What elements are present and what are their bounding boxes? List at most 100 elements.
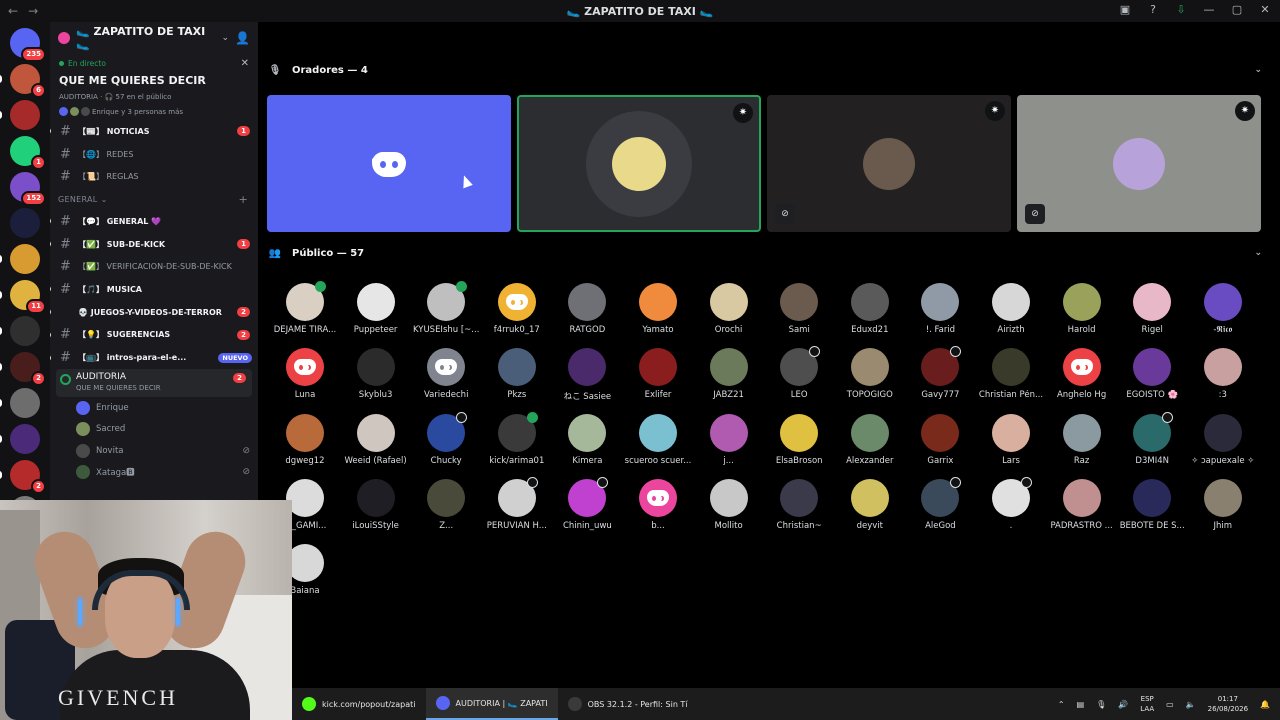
voice-member[interactable]: Sacred bbox=[50, 418, 258, 440]
audience-member[interactable]: Alexzander bbox=[835, 413, 905, 466]
audience-header[interactable]: 👥 Público — 57 ⌄ bbox=[268, 242, 1262, 264]
server-icon[interactable] bbox=[0, 424, 40, 454]
audience-member[interactable]: DEJAME TIRA... bbox=[270, 281, 340, 335]
audience-member[interactable]: Kimera bbox=[552, 413, 622, 466]
audience-member[interactable]: Z... bbox=[411, 478, 481, 531]
audience-member[interactable]: Puppeteer bbox=[341, 283, 411, 335]
audience-member[interactable]: JABZ21 bbox=[694, 348, 764, 400]
help-icon[interactable]: ? bbox=[1146, 3, 1160, 16]
channel-item[interactable]: # 【💡】 SUGERENCIAS 2 bbox=[50, 324, 258, 347]
audience-member[interactable]: ねこ Sasiee bbox=[552, 348, 622, 402]
audience-member[interactable]: deyvit bbox=[835, 478, 905, 531]
muted-mic-icon[interactable]: ⊘ bbox=[775, 204, 795, 224]
taskbar-app[interactable]: kick.com/popout/zapati bbox=[292, 688, 426, 720]
add-channel-icon[interactable]: + bbox=[238, 193, 248, 206]
category-general[interactable]: GENERAL ⌄ + bbox=[50, 188, 258, 210]
audience-member[interactable]: Garrix bbox=[905, 413, 975, 466]
server-icon[interactable]: 235 bbox=[10, 28, 46, 62]
channel-item[interactable]: # 【📺】 intros-para-el-e... NUEVO bbox=[50, 346, 258, 369]
chevron-down-icon[interactable]: ⌄ bbox=[222, 33, 230, 43]
audience-member[interactable]: BEBOTE DE S... bbox=[1117, 478, 1187, 531]
forward-arrow-icon[interactable]: → bbox=[28, 4, 38, 18]
audience-member[interactable]: Eduxd21 bbox=[835, 283, 905, 335]
audience-member[interactable]: Skyblu3 bbox=[341, 348, 411, 400]
audience-member[interactable]: Airizth bbox=[976, 283, 1046, 335]
live-stage-panel[interactable]: En directo ✕ QUE ME QUIERES DECIR AUDITO… bbox=[56, 56, 252, 120]
audience-member[interactable]: Chucky bbox=[411, 411, 481, 466]
speaker-tile[interactable]: ✷ bbox=[517, 95, 761, 232]
audience-member[interactable]: RATGOD bbox=[552, 283, 622, 335]
audience-member[interactable]: f4rruk0_17 bbox=[482, 283, 552, 335]
audience-member[interactable]: . bbox=[976, 476, 1046, 531]
chevron-down-icon[interactable]: ⌄ bbox=[1254, 248, 1262, 258]
audience-member[interactable]: KYUSEIshu [~... bbox=[411, 281, 481, 335]
channel-item[interactable]: # 【💬】 GENERAL 💜 bbox=[50, 210, 258, 233]
download-icon[interactable]: ⇩ bbox=[1174, 3, 1188, 16]
audience-member[interactable]: AleGod bbox=[905, 476, 975, 531]
audience-member[interactable]: Chinin_uwu bbox=[552, 476, 622, 531]
voice-member[interactable]: Xataga🅱 ⊘ bbox=[50, 461, 258, 483]
tray-app-icon[interactable]: ▤ bbox=[1077, 700, 1085, 709]
server-icon[interactable] bbox=[0, 316, 40, 346]
audience-member[interactable]: Harold bbox=[1047, 283, 1117, 335]
audience-member[interactable]: Anghelo Hg bbox=[1047, 348, 1117, 400]
server-icon[interactable] bbox=[10, 208, 40, 238]
channel-item[interactable]: # 【🎵】 MUSICA bbox=[50, 278, 258, 301]
audience-member[interactable]: Mollito bbox=[694, 478, 764, 531]
audience-member[interactable]: Gavy777 bbox=[905, 346, 975, 400]
speaker-tile[interactable]: ✷ ⊘ bbox=[1017, 95, 1261, 232]
server-icon[interactable] bbox=[0, 100, 40, 130]
channel-item[interactable]: # 【📰】 NOTICIAS 1 bbox=[50, 120, 258, 143]
audience-member[interactable]: Orochi bbox=[694, 283, 764, 335]
server-header[interactable]: 🥿 ZAPATITO DE TAXI 🥿 ⌄ 👤 bbox=[50, 22, 258, 54]
audience-member[interactable]: Variedechi bbox=[411, 348, 481, 400]
speaker-tile[interactable] bbox=[267, 95, 511, 232]
audience-member[interactable]: Christian Pén... bbox=[976, 348, 1046, 400]
server-icon[interactable]: 2 bbox=[0, 352, 46, 386]
close-icon[interactable]: ✕ bbox=[1258, 3, 1272, 16]
voice-member[interactable]: Enrique bbox=[50, 397, 258, 419]
channel-item[interactable]: # 【✅】 VERIFICACION-DE-SUB-DE-KICK bbox=[50, 255, 258, 278]
close-icon[interactable]: ✕ bbox=[241, 58, 249, 69]
microphone-icon[interactable]: 🎙 bbox=[1096, 700, 1106, 709]
audience-member[interactable]: Pkzs bbox=[482, 348, 552, 400]
channel-item[interactable]: # 【📜】 REGLAS bbox=[50, 165, 258, 188]
network-icon[interactable]: ▭ bbox=[1166, 700, 1174, 709]
audience-member[interactable]: TOPOGIGO bbox=[835, 348, 905, 400]
audience-member[interactable]: ElsaBroson bbox=[764, 413, 834, 466]
audience-member[interactable]: b... bbox=[623, 478, 693, 531]
audience-member[interactable]: !. Farid bbox=[905, 283, 975, 335]
notification-icon[interactable]: 🔔 bbox=[1260, 700, 1270, 709]
audience-member[interactable]: -𝕽𝖎𝖈𝖔 bbox=[1188, 283, 1258, 335]
audience-member[interactable]: PERUVIAN H... bbox=[482, 476, 552, 531]
add-friend-icon[interactable]: 👤 bbox=[235, 31, 250, 45]
server-icon[interactable]: 6 bbox=[0, 64, 46, 98]
audience-member[interactable]: Sami bbox=[764, 283, 834, 335]
taskbar-app[interactable]: OBS 32.1.2 - Perfil: Sin Tí bbox=[558, 688, 698, 720]
server-icon[interactable] bbox=[0, 244, 40, 274]
maximize-icon[interactable]: ▢ bbox=[1230, 3, 1244, 16]
channel-item[interactable]: # 【✅】 SUB-DE-KICK 1 bbox=[50, 233, 258, 256]
audience-member[interactable]: PADRASTRO ... bbox=[1047, 478, 1117, 531]
channel-item[interactable]: # 【🌐】 REDES bbox=[50, 143, 258, 166]
audience-member[interactable]: scueroo scuer... bbox=[623, 413, 693, 466]
audience-member[interactable]: Lars bbox=[976, 413, 1046, 466]
voice-channel-auditoria[interactable]: AUDITORIA QUE ME QUIERES DECIR 2 bbox=[56, 368, 252, 397]
audience-member[interactable]: LEO bbox=[764, 346, 834, 400]
speakers-header[interactable]: 🎙 Oradores — 4 ⌄ bbox=[268, 59, 1262, 81]
minimize-icon[interactable]: — bbox=[1202, 3, 1216, 16]
audience-member[interactable]: EGOISTO 🌸 bbox=[1117, 348, 1187, 400]
clock[interactable]: 01:17 26/08/2026 bbox=[1208, 694, 1248, 714]
battery-icon[interactable]: 🔈 bbox=[1186, 700, 1196, 709]
voice-member[interactable]: Novita ⊘ bbox=[50, 440, 258, 462]
audience-member[interactable]: Raz bbox=[1047, 413, 1117, 466]
server-icon[interactable]: 1 bbox=[10, 136, 46, 170]
audience-member[interactable]: kick/arima01 bbox=[482, 411, 552, 466]
audience-member[interactable]: Christian~ bbox=[764, 478, 834, 531]
taskbar-app[interactable]: AUDITORIA | 🥿 ZAPATI bbox=[425, 688, 558, 720]
server-icon[interactable]: 152 bbox=[10, 172, 46, 206]
server-icon[interactable]: 2 bbox=[0, 460, 46, 494]
audience-member[interactable]: Weeid (Rafael) bbox=[341, 413, 411, 466]
inbox-icon[interactable]: ▣ bbox=[1118, 3, 1132, 16]
back-arrow-icon[interactable]: ← bbox=[8, 4, 18, 18]
